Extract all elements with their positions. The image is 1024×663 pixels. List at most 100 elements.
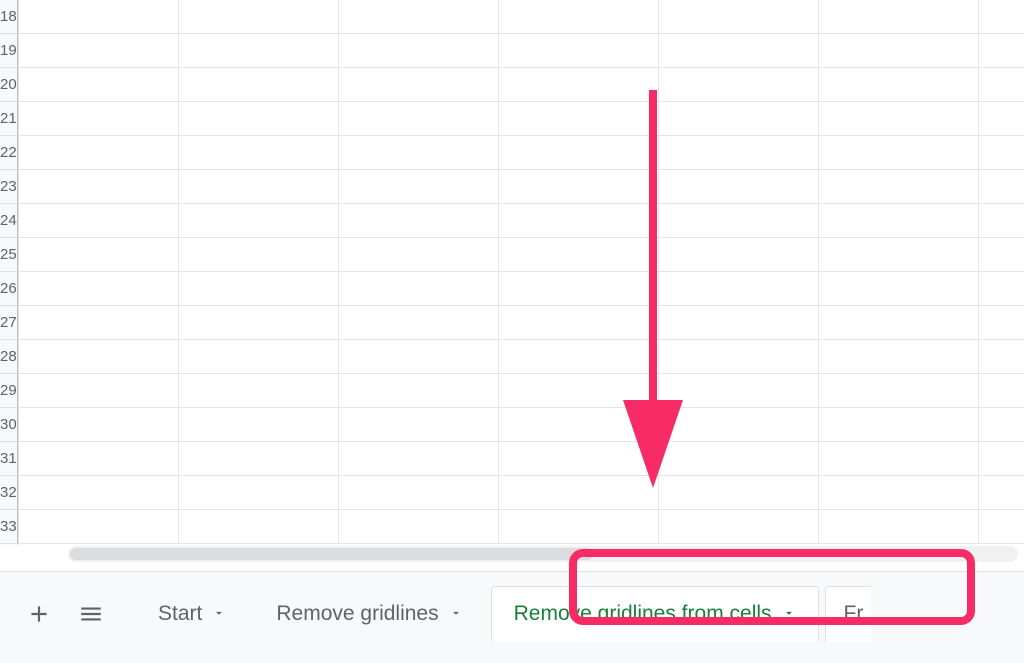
row-header[interactable]: 33 bbox=[0, 510, 18, 544]
cell[interactable] bbox=[659, 510, 819, 543]
cell[interactable] bbox=[979, 68, 1024, 101]
cell[interactable] bbox=[179, 170, 339, 203]
cell[interactable] bbox=[179, 510, 339, 543]
row-header[interactable]: 19 bbox=[0, 34, 18, 68]
cell[interactable] bbox=[979, 136, 1024, 169]
cell[interactable] bbox=[179, 0, 339, 33]
cell[interactable] bbox=[339, 238, 499, 271]
sheet-tab-truncated[interactable]: Fr bbox=[825, 586, 872, 642]
cell[interactable] bbox=[19, 238, 179, 271]
cell[interactable] bbox=[659, 272, 819, 305]
cell[interactable] bbox=[499, 204, 659, 237]
cell[interactable] bbox=[819, 238, 979, 271]
cell[interactable] bbox=[659, 238, 819, 271]
scrollbar-thumb[interactable] bbox=[70, 548, 593, 560]
all-sheets-button[interactable] bbox=[68, 589, 114, 639]
cell[interactable] bbox=[19, 510, 179, 543]
cells-area[interactable] bbox=[19, 0, 1024, 545]
cell[interactable] bbox=[339, 272, 499, 305]
cell[interactable] bbox=[499, 306, 659, 339]
cell[interactable] bbox=[659, 34, 819, 67]
cell[interactable] bbox=[819, 374, 979, 407]
cell[interactable] bbox=[659, 476, 819, 509]
cell[interactable] bbox=[179, 204, 339, 237]
cell[interactable] bbox=[659, 442, 819, 475]
cell[interactable] bbox=[339, 68, 499, 101]
cell[interactable] bbox=[819, 34, 979, 67]
cell[interactable] bbox=[979, 0, 1024, 33]
cell[interactable] bbox=[819, 102, 979, 135]
cell[interactable] bbox=[499, 510, 659, 543]
cell[interactable] bbox=[339, 306, 499, 339]
cell[interactable] bbox=[659, 0, 819, 33]
cell[interactable] bbox=[979, 340, 1024, 373]
cell[interactable] bbox=[819, 476, 979, 509]
cell[interactable] bbox=[339, 102, 499, 135]
cell[interactable] bbox=[19, 170, 179, 203]
cell[interactable] bbox=[819, 204, 979, 237]
cell[interactable] bbox=[979, 510, 1024, 543]
cell[interactable] bbox=[339, 34, 499, 67]
horizontal-scrollbar[interactable] bbox=[62, 546, 1024, 562]
row-header[interactable]: 22 bbox=[0, 136, 18, 170]
sheet-tab-remove-gridlines[interactable]: Remove gridlines bbox=[254, 586, 484, 642]
cell[interactable] bbox=[979, 442, 1024, 475]
cell[interactable] bbox=[659, 170, 819, 203]
row-header[interactable]: 18 bbox=[0, 0, 18, 34]
cell[interactable] bbox=[19, 136, 179, 169]
cell[interactable] bbox=[339, 0, 499, 33]
row-header[interactable]: 25 bbox=[0, 238, 18, 272]
cell[interactable] bbox=[19, 408, 179, 441]
add-sheet-button[interactable] bbox=[16, 589, 62, 639]
cell[interactable] bbox=[819, 306, 979, 339]
cell[interactable] bbox=[659, 102, 819, 135]
cell[interactable] bbox=[19, 204, 179, 237]
cell[interactable] bbox=[499, 34, 659, 67]
row-header[interactable]: 28 bbox=[0, 340, 18, 374]
cell[interactable] bbox=[659, 340, 819, 373]
cell[interactable] bbox=[659, 68, 819, 101]
cell[interactable] bbox=[19, 442, 179, 475]
cell[interactable] bbox=[179, 238, 339, 271]
cell[interactable] bbox=[339, 510, 499, 543]
cell[interactable] bbox=[19, 306, 179, 339]
row-header[interactable]: 31 bbox=[0, 442, 18, 476]
cell[interactable] bbox=[659, 306, 819, 339]
cell[interactable] bbox=[979, 374, 1024, 407]
cell[interactable] bbox=[179, 340, 339, 373]
cell[interactable] bbox=[819, 442, 979, 475]
cell[interactable] bbox=[979, 204, 1024, 237]
cell[interactable] bbox=[819, 510, 979, 543]
cell[interactable] bbox=[179, 306, 339, 339]
sheet-tab-remove-gridlines-from-cells[interactable]: Remove gridlines from cells bbox=[491, 586, 819, 642]
cell[interactable] bbox=[499, 238, 659, 271]
cell[interactable] bbox=[979, 272, 1024, 305]
cell[interactable] bbox=[339, 340, 499, 373]
cell[interactable] bbox=[339, 442, 499, 475]
cell[interactable] bbox=[659, 374, 819, 407]
cell[interactable] bbox=[819, 272, 979, 305]
cell[interactable] bbox=[339, 408, 499, 441]
cell[interactable] bbox=[659, 408, 819, 441]
cell[interactable] bbox=[979, 34, 1024, 67]
cell[interactable] bbox=[19, 340, 179, 373]
cell[interactable] bbox=[19, 272, 179, 305]
row-header[interactable]: 32 bbox=[0, 476, 18, 510]
cell[interactable] bbox=[979, 476, 1024, 509]
cell[interactable] bbox=[499, 442, 659, 475]
cell[interactable] bbox=[19, 476, 179, 509]
cell[interactable] bbox=[499, 272, 659, 305]
row-header[interactable]: 29 bbox=[0, 374, 18, 408]
row-header[interactable]: 27 bbox=[0, 306, 18, 340]
cell[interactable] bbox=[19, 374, 179, 407]
row-header[interactable]: 21 bbox=[0, 102, 18, 136]
cell[interactable] bbox=[19, 0, 179, 33]
row-header[interactable]: 24 bbox=[0, 204, 18, 238]
spreadsheet-grid[interactable]: 18192021222324252627282930313233 bbox=[0, 0, 1024, 545]
cell[interactable] bbox=[499, 102, 659, 135]
cell[interactable] bbox=[499, 374, 659, 407]
cell[interactable] bbox=[179, 476, 339, 509]
cell[interactable] bbox=[499, 136, 659, 169]
row-header[interactable]: 26 bbox=[0, 272, 18, 306]
cell[interactable] bbox=[499, 170, 659, 203]
